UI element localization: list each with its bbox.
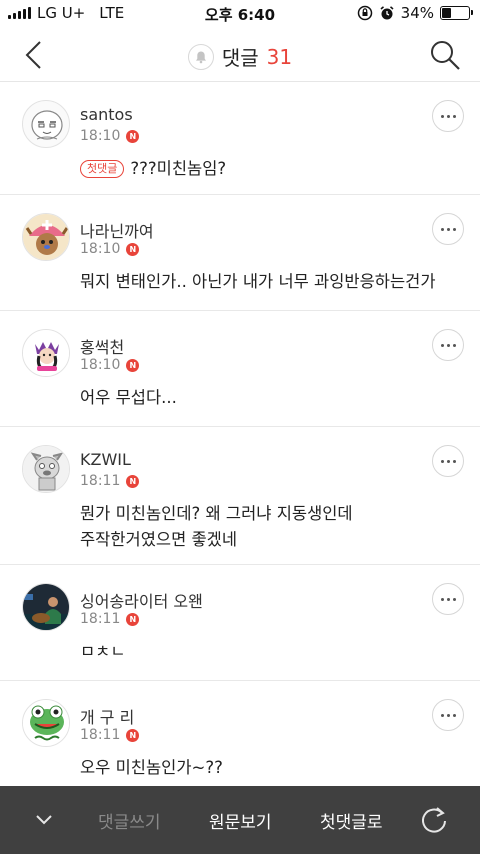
comment-item: KZWIL 18:11 N 뭔가 미친놈인데? 왜 그러냐 지동생인데 주작한거… xyxy=(0,427,480,565)
comment-meta: 18:11 N xyxy=(80,473,140,489)
new-badge: N xyxy=(126,474,140,488)
new-badge: N xyxy=(126,129,140,143)
view-original-button[interactable]: 원문보기 xyxy=(209,808,272,833)
refresh-icon[interactable] xyxy=(418,804,450,836)
comment-author[interactable]: 싱어송라이터 오왠 xyxy=(80,588,203,612)
page-title-text: 댓글 xyxy=(221,46,259,70)
comment-meta: 18:11 N xyxy=(80,611,140,627)
battery-icon xyxy=(440,6,473,20)
bottom-action-bar: 댓글쓰기 원문보기 첫댓글로 xyxy=(0,786,480,854)
new-badge: N xyxy=(126,612,140,626)
comment-author[interactable]: santos xyxy=(80,105,133,124)
comment-meta: 18:10 N xyxy=(80,357,140,373)
comment-body: 뭐지 변태인가.. 아닌가 내가 너무 과잉반응하는건가 xyxy=(80,269,460,295)
search-icon[interactable] xyxy=(428,38,462,72)
bell-icon[interactable] xyxy=(187,43,214,70)
new-badge: N xyxy=(126,242,140,256)
comment-time: 18:11 xyxy=(80,727,121,743)
comment-body: 어우 무섭다... xyxy=(80,385,460,411)
rotation-lock-icon xyxy=(357,5,372,21)
comment-time: 18:10 xyxy=(80,357,121,373)
more-button[interactable] xyxy=(432,100,464,132)
comments-header: 댓글 31 xyxy=(0,28,480,82)
comment-time: 18:10 xyxy=(80,241,121,257)
chevron-down-icon[interactable] xyxy=(30,808,58,832)
comment-body: 오우 미친놈인가~?? xyxy=(80,755,460,781)
more-button[interactable] xyxy=(432,583,464,615)
comment-item: 개 구 리 18:11 N 오우 미친놈인가~?? xyxy=(0,681,480,801)
comment-body: 뭔가 미친놈인데? 왜 그러냐 지동생인데 주작한거였으면 좋겠네 xyxy=(80,501,460,553)
comment-item: santos 18:10 N 첫댓글 ???미친놈임? xyxy=(0,82,480,195)
comment-author[interactable]: 나라닌까여 xyxy=(80,218,154,242)
status-bar: LG U+ LTE 오후 6:40 34% xyxy=(0,0,480,28)
comment-body: ㅁㅊㄴ xyxy=(80,639,460,665)
comment-meta: 18:10 N xyxy=(80,241,140,257)
avatar[interactable] xyxy=(22,329,70,377)
comment-text: 어우 무섭다... xyxy=(80,388,177,407)
comment-item: 나라닌까여 18:10 N 뭐지 변태인가.. 아닌가 내가 너무 과잉반응하는… xyxy=(0,195,480,311)
comment-text: 뭔가 미친놈인데? 왜 그러냐 지동생인데 주작한거였으면 좋겠네 xyxy=(80,504,353,549)
write-comment-button[interactable]: 댓글쓰기 xyxy=(98,808,161,833)
comment-text: 오우 미친놈인가~?? xyxy=(80,758,223,777)
more-button[interactable] xyxy=(432,699,464,731)
comment-list: santos 18:10 N 첫댓글 ???미친놈임? 나라닌까여 18:10 xyxy=(0,82,480,801)
more-button[interactable] xyxy=(432,329,464,361)
comment-time: 18:10 xyxy=(80,128,121,144)
comment-meta: 18:11 N xyxy=(80,727,140,743)
comment-author[interactable]: KZWIL xyxy=(80,450,131,469)
more-button[interactable] xyxy=(432,213,464,245)
comment-count: 31 xyxy=(266,44,293,69)
comment-author[interactable]: 홍썩천 xyxy=(80,334,124,358)
new-badge: N xyxy=(126,728,140,742)
comment-time: 18:11 xyxy=(80,611,121,627)
comment-text: ???미친놈임? xyxy=(130,159,227,178)
comment-body: 첫댓글 ???미친놈임? xyxy=(80,156,460,182)
avatar[interactable] xyxy=(22,100,70,148)
go-first-comment-button[interactable]: 첫댓글로 xyxy=(320,808,383,833)
status-right: 34% xyxy=(357,4,473,22)
comment-text: ㅁㅊㄴ xyxy=(80,642,126,661)
new-badge: N xyxy=(126,358,140,372)
avatar[interactable] xyxy=(22,699,70,747)
comment-meta: 18:10 N xyxy=(80,128,140,144)
comment-item: 싱어송라이터 오왠 18:11 N ㅁㅊㄴ xyxy=(0,565,480,681)
battery-percent: 34% xyxy=(400,4,434,22)
first-comment-badge: 첫댓글 xyxy=(80,160,125,178)
more-button[interactable] xyxy=(432,445,464,477)
avatar[interactable] xyxy=(22,583,70,631)
comment-author[interactable]: 개 구 리 xyxy=(80,704,134,728)
comment-time: 18:11 xyxy=(80,473,121,489)
alarm-icon xyxy=(380,6,394,20)
comment-item: 홍썩천 18:10 N 어우 무섭다... xyxy=(0,311,480,427)
avatar[interactable] xyxy=(22,445,70,493)
page-title: 댓글 31 xyxy=(0,42,480,71)
comment-text: 뭐지 변태인가.. 아닌가 내가 너무 과잉반응하는건가 xyxy=(80,272,436,291)
avatar[interactable] xyxy=(22,213,70,261)
